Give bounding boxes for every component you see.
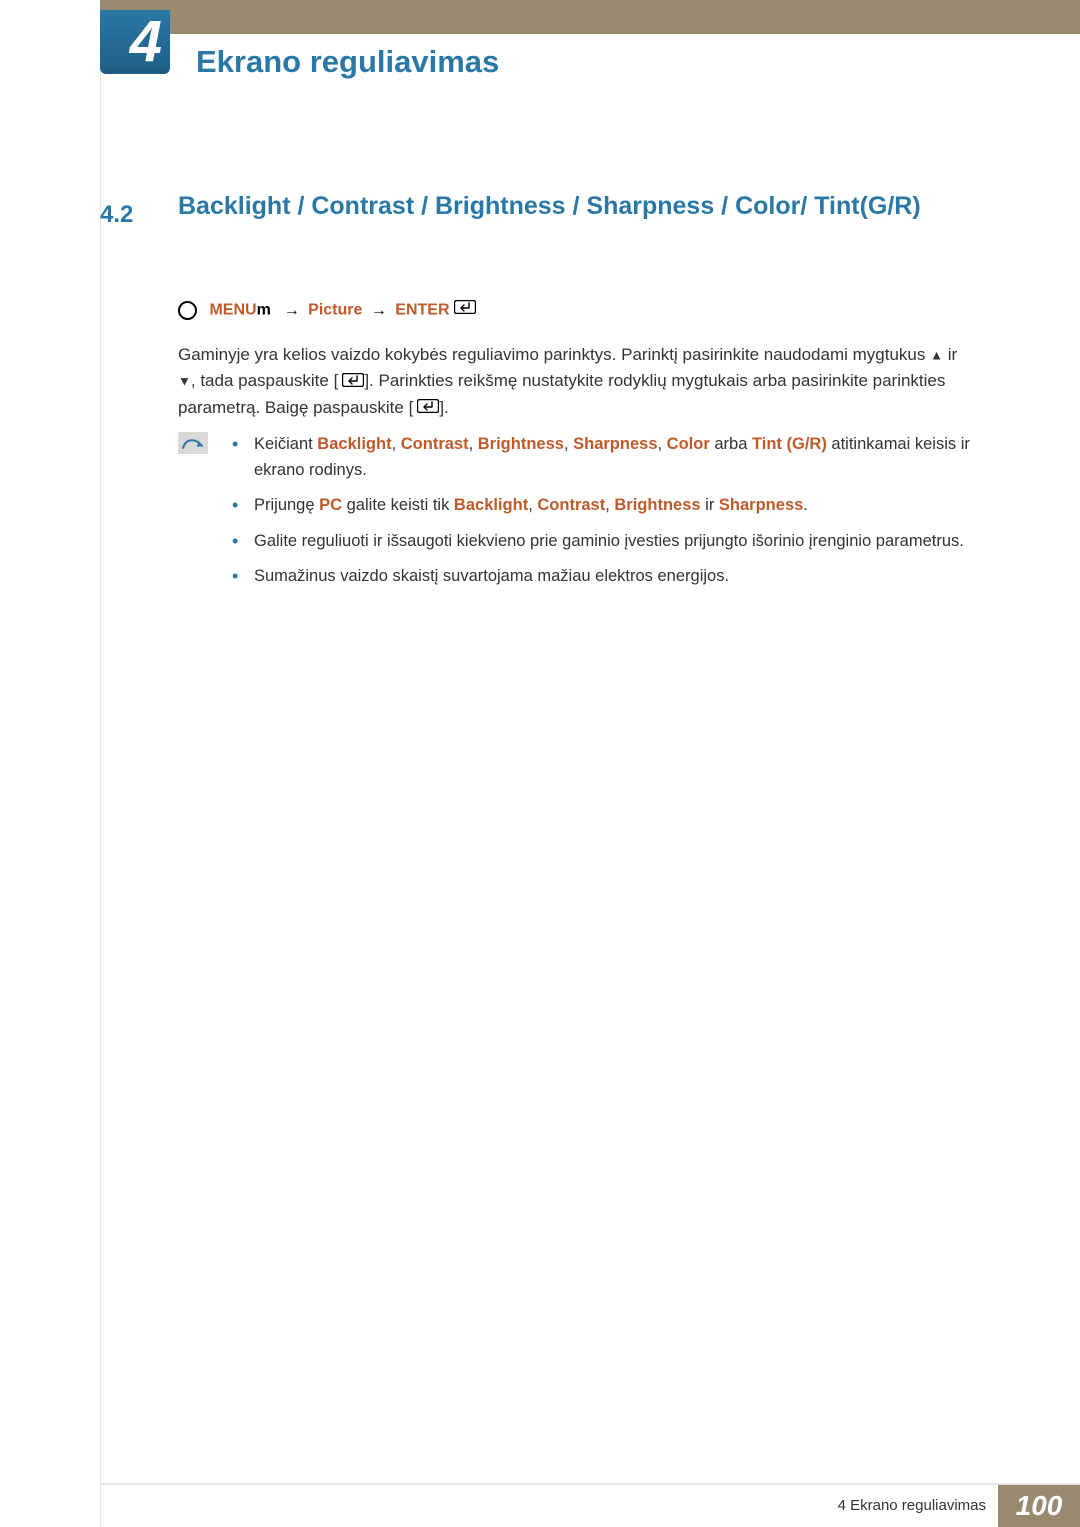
- highlight-contrast: Contrast: [401, 435, 469, 453]
- page-footer: 4 Ekrano reguliavimas 100: [100, 1483, 1080, 1527]
- enter-label: ENTER: [395, 302, 449, 319]
- body-text-frag: Gaminyje yra kelios vaizdo kokybės regul…: [178, 345, 930, 364]
- arrow-icon: →: [284, 302, 300, 319]
- note-text: Prijungę: [254, 496, 319, 514]
- page-number: 100: [1016, 1490, 1063, 1521]
- menu-label: MENU: [209, 302, 256, 319]
- sep: ,: [658, 435, 667, 453]
- highlight-contrast: Contrast: [537, 496, 605, 514]
- up-triangle-icon: ▲: [930, 347, 943, 362]
- sep: ,: [564, 435, 573, 453]
- highlight-backlight: Backlight: [317, 435, 391, 453]
- chapter-tab: 4: [100, 10, 170, 74]
- page-number-box: 100: [998, 1485, 1080, 1527]
- menu-path: MENUm → Picture → ENTER: [178, 298, 476, 323]
- note-text: Galite reguliuoti ir išsaugoti kiekvieno…: [254, 532, 964, 550]
- highlight-brightness: Brightness: [614, 496, 700, 514]
- note-text: Keičiant: [254, 435, 317, 453]
- remote-control-icon: [178, 301, 197, 320]
- list-item: Galite reguliuoti ir išsaugoti kiekvieno…: [232, 529, 970, 555]
- sep: ,: [469, 435, 478, 453]
- chapter-number: 4: [130, 10, 162, 74]
- note-text: ir: [701, 496, 719, 514]
- enter-icon: [454, 298, 476, 323]
- list-item: Prijungę PC galite keisti tik Backlight,…: [232, 493, 970, 519]
- footer-caption: 4 Ekrano reguliavimas: [838, 1494, 986, 1517]
- note-text: .: [803, 496, 808, 514]
- menu-m-suffix: m: [257, 302, 271, 319]
- sep: ,: [605, 496, 614, 514]
- highlight-pc: PC: [319, 496, 342, 514]
- note-block: Keičiant Backlight, Contrast, Brightness…: [178, 432, 970, 600]
- body-paragraph: Gaminyje yra kelios vaizdo kokybės regul…: [178, 342, 970, 430]
- highlight-sharpness: Sharpness: [719, 496, 803, 514]
- section-number: 4.2: [100, 196, 133, 233]
- highlight-tint: Tint (G/R): [752, 435, 827, 453]
- highlight-sharpness: Sharpness: [573, 435, 657, 453]
- highlight-color: Color: [667, 435, 710, 453]
- chapter-title: Ekrano reguliavimas: [196, 38, 499, 86]
- highlight-brightness: Brightness: [478, 435, 564, 453]
- note-icon: [178, 432, 208, 454]
- list-item: Keičiant Backlight, Contrast, Brightness…: [232, 432, 970, 483]
- picture-label: Picture: [308, 302, 362, 319]
- highlight-backlight: Backlight: [454, 496, 528, 514]
- footer-text-group: 4 Ekrano reguliavimas 100: [838, 1485, 1080, 1527]
- note-list: Keičiant Backlight, Contrast, Brightness…: [232, 432, 970, 590]
- arrow-icon: →: [371, 302, 387, 319]
- note-text: galite keisti tik: [342, 496, 454, 514]
- note-text: Sumažinus vaizdo skaistį suvartojama maž…: [254, 567, 729, 585]
- down-triangle-icon: ▼: [178, 374, 191, 389]
- header-band: [100, 0, 1080, 34]
- body-text-frag: ir: [943, 345, 957, 364]
- body-text-frag: ].: [439, 398, 448, 417]
- body-text-frag: , tada paspauskite [: [191, 371, 338, 390]
- sep: ,: [528, 496, 537, 514]
- enter-icon: [417, 395, 439, 421]
- list-item: Sumažinus vaizdo skaistį suvartojama maž…: [232, 564, 970, 590]
- sep: ,: [392, 435, 401, 453]
- section-title: Backlight / Contrast / Brightness / Shar…: [178, 190, 950, 224]
- left-margin-stripe: [0, 0, 101, 1527]
- enter-icon: [342, 369, 364, 395]
- note-text: arba: [710, 435, 752, 453]
